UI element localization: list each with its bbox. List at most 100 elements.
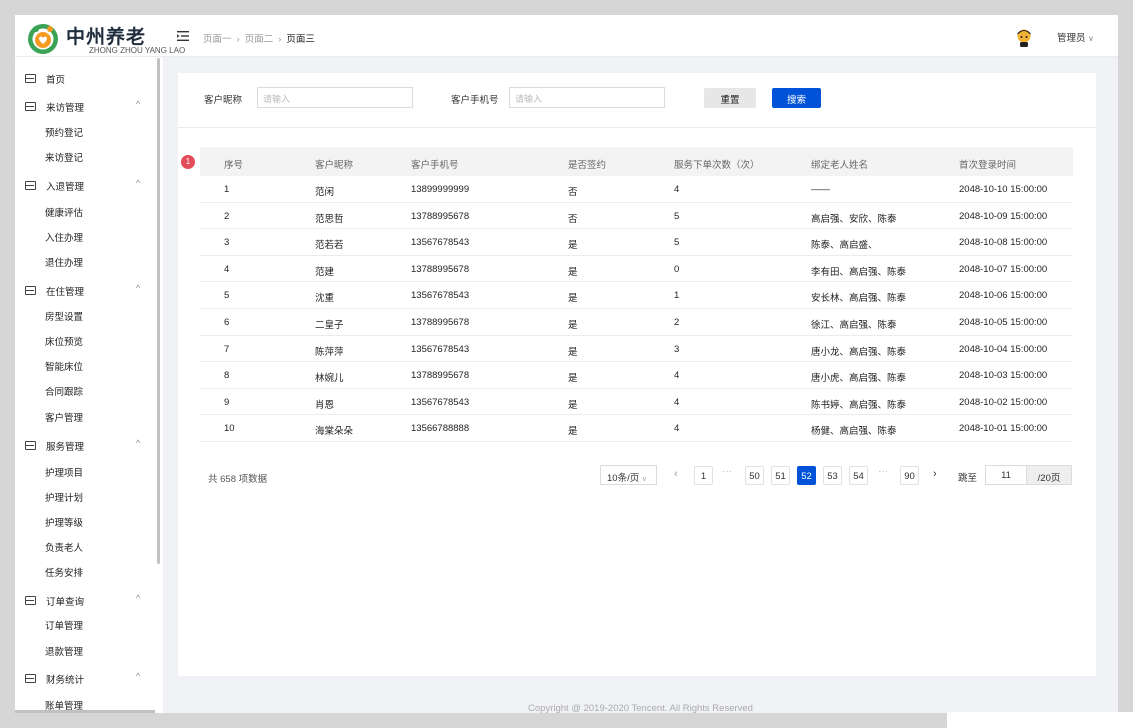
- ellipsis-icon[interactable]: ···: [722, 466, 732, 477]
- table-cell: ——: [811, 184, 830, 195]
- table-cell: 1: [224, 184, 230, 195]
- prev-page-icon[interactable]: ‹: [674, 468, 678, 480]
- table-cell: 2048-10-04 15:00:00: [959, 343, 1048, 355]
- table-cell: 否: [568, 187, 578, 198]
- sidebar-item-contract[interactable]: 合同跟踪: [45, 384, 83, 398]
- sidebar-item-checkout[interactable]: 退住办理: [45, 255, 83, 269]
- sidebar-group-label: 财务统计: [46, 675, 85, 686]
- sidebar-item-bed-preview[interactable]: 床位预览: [45, 334, 83, 348]
- sidebar-item-health-assessment[interactable]: 健康评估: [45, 205, 83, 219]
- home-menu-icon: [25, 74, 36, 83]
- sidebar-item-nursing-item[interactable]: 护理项目: [45, 465, 83, 479]
- page-button[interactable]: 53: [823, 466, 842, 485]
- table-row[interactable]: 6 二皇子 13788995678 是 2 徐江、高启强、陈泰 2048-10-05 15:…: [200, 309, 1073, 336]
- horizontal-scrollbar[interactable]: [15, 710, 155, 713]
- page-button[interactable]: 54: [849, 466, 868, 485]
- chevron-up-icon: ^: [136, 438, 141, 448]
- sidebar-item-home[interactable]: 首页: [25, 71, 153, 89]
- search-button[interactable]: 搜索: [772, 88, 821, 108]
- table-cell: 2: [674, 317, 680, 328]
- menu-group-icon: [25, 102, 36, 111]
- breadcrumb-separator-icon: ›: [278, 34, 282, 45]
- table-cell: 2048-10-06 15:00:00: [959, 290, 1048, 302]
- sidebar-group-resident[interactable]: 在住管理 ^: [25, 283, 153, 301]
- sidebar-item-visit-register[interactable]: 来访登记: [45, 150, 83, 164]
- sidebar-item-customer[interactable]: 客户管理: [45, 410, 83, 424]
- table-row[interactable]: 3 范若若 13567678543 是 5 陈泰、高启盛、 2048-10-08 15:00…: [200, 229, 1073, 256]
- sidebar-group-checkin[interactable]: 入退管理 ^: [25, 178, 153, 196]
- table-row[interactable]: 8 林婉儿 13788995678 是 4 唐小虎、高启强、陈泰 2048-10-03 15…: [200, 362, 1073, 389]
- next-page-icon[interactable]: ›: [933, 468, 937, 480]
- table-row[interactable]: 4 范建 13788995678 是 0 李有田、高启强、陈泰 2048-10-07 15:…: [200, 256, 1073, 283]
- page-button[interactable]: 1: [694, 466, 713, 485]
- table-row[interactable]: 1 范闲 13899999999 否 4 —— 2048-10-10 15:00:00: [200, 176, 1073, 203]
- menu-group-icon: [25, 596, 36, 605]
- table-cell: 是: [568, 373, 578, 385]
- table-cell: 沈重: [315, 293, 335, 305]
- table-cell: 13788995678: [411, 210, 470, 222]
- table-row[interactable]: 5 沈重 13567678543 是 1 安长林、高启强、陈泰 2048-10-06 15:…: [200, 282, 1073, 309]
- table-row[interactable]: 9 肖恩 13567678543 是 4 陈书婷、高启强、陈泰 2048-10-02 15:…: [200, 389, 1073, 416]
- sidebar-item-nursing-level[interactable]: 护理等级: [45, 515, 83, 529]
- sidebar-item-refund-manage[interactable]: 退款管理: [45, 644, 83, 658]
- phone-label: 客户手机号: [451, 95, 499, 106]
- sidebar-group-label: 入退管理: [46, 182, 85, 193]
- sidebar-item-assigned-elder[interactable]: 负责老人: [45, 540, 83, 554]
- table-cell: 13788995678: [411, 263, 470, 275]
- table-cell: 是: [568, 240, 578, 252]
- column-header: 绑定老人姓名: [811, 160, 869, 171]
- brand-name-en: ZHONG ZHOU YANG LAO: [89, 46, 186, 55]
- menu-group-icon: [25, 441, 36, 450]
- menu-group-icon: [25, 286, 36, 295]
- sidebar-group-finance[interactable]: 财务统计 ^: [25, 671, 153, 689]
- sidebar-item-checkin[interactable]: 入住办理: [45, 230, 83, 244]
- sidebar-item-room-type[interactable]: 房型设置: [45, 309, 83, 323]
- table-cell: 是: [568, 346, 578, 358]
- sidebar-item-order-manage[interactable]: 订单管理: [45, 618, 83, 632]
- table-cell: 唐小龙、高启强、陈泰: [811, 346, 907, 358]
- nickname-input[interactable]: 请输入: [257, 87, 413, 108]
- jump-page-input[interactable]: 11: [985, 465, 1027, 485]
- table-cell: 6: [224, 317, 230, 328]
- sidebar-item-smart-bed[interactable]: 智能床位: [45, 359, 83, 373]
- brand-logo[interactable]: 中州养老 ZHONG ZHOU YANG LAO: [27, 20, 185, 55]
- sidebar-item-appointment[interactable]: 预约登记: [45, 125, 83, 139]
- page-button[interactable]: 51: [771, 466, 790, 485]
- page-button[interactable]: 50: [745, 466, 764, 485]
- sidebar-item-task-schedule[interactable]: 任务安排: [45, 565, 83, 579]
- menu-fold-icon[interactable]: [177, 30, 189, 42]
- breadcrumb-item-2[interactable]: 页面二: [245, 34, 274, 45]
- table-row[interactable]: 2 范思哲 13788995678 否 5 高启强、安欣、陈泰 2048-10-09 15:…: [200, 203, 1073, 230]
- sidebar-group-orders[interactable]: 订单查询 ^: [25, 593, 153, 611]
- table-cell: 是: [568, 320, 578, 331]
- breadcrumb-item-1[interactable]: 页面一: [203, 34, 232, 45]
- page-button-current[interactable]: 52: [797, 466, 816, 485]
- table-cell: 4: [674, 396, 680, 408]
- sidebar-group-service[interactable]: 服务管理 ^: [25, 438, 153, 456]
- ellipsis-icon[interactable]: ···: [878, 466, 888, 477]
- table-cell: 范闲: [315, 187, 335, 198]
- nickname-label: 客户昵称: [204, 95, 243, 106]
- sidebar-group-visit[interactable]: 来访管理 ^: [25, 99, 153, 117]
- user-avatar-icon[interactable]: [1016, 29, 1032, 47]
- brand-name-cn: 中州养老: [66, 27, 147, 48]
- table-row[interactable]: 7 陈萍萍 13567678543 是 3 唐小龙、高启强、陈泰 2048-10-04 15…: [200, 336, 1073, 363]
- page-button[interactable]: 90: [900, 466, 919, 485]
- table-cell: 高启强、安欣、陈泰: [811, 213, 897, 225]
- sidebar-item-nursing-plan[interactable]: 护理计划: [45, 490, 83, 504]
- chevron-up-icon: ^: [136, 283, 141, 293]
- table-cell: 2048-10-05 15:00:00: [959, 317, 1048, 328]
- table-cell: 13566788888: [411, 423, 470, 435]
- menu-group-icon: [25, 674, 36, 683]
- sidebar-scrollbar[interactable]: [157, 58, 160, 564]
- table-row[interactable]: 10 海棠朵朵 13566788888 是 4 杨健、高启强、陈泰 2048-10-01 1…: [200, 415, 1073, 442]
- reset-button[interactable]: 重置: [704, 88, 756, 108]
- chevron-up-icon: ^: [136, 671, 141, 681]
- table-cell: 安长林、高启强、陈泰: [811, 293, 907, 305]
- sidebar-group-label: 服务管理: [46, 442, 85, 453]
- chevron-up-icon: ^: [136, 593, 141, 603]
- user-menu[interactable]: 管理员 ∨: [1057, 30, 1094, 44]
- table-cell: 二皇子: [315, 320, 344, 331]
- phone-input[interactable]: 请输入: [509, 87, 665, 108]
- page-size-select[interactable]: 10条/页 ∨: [600, 465, 657, 485]
